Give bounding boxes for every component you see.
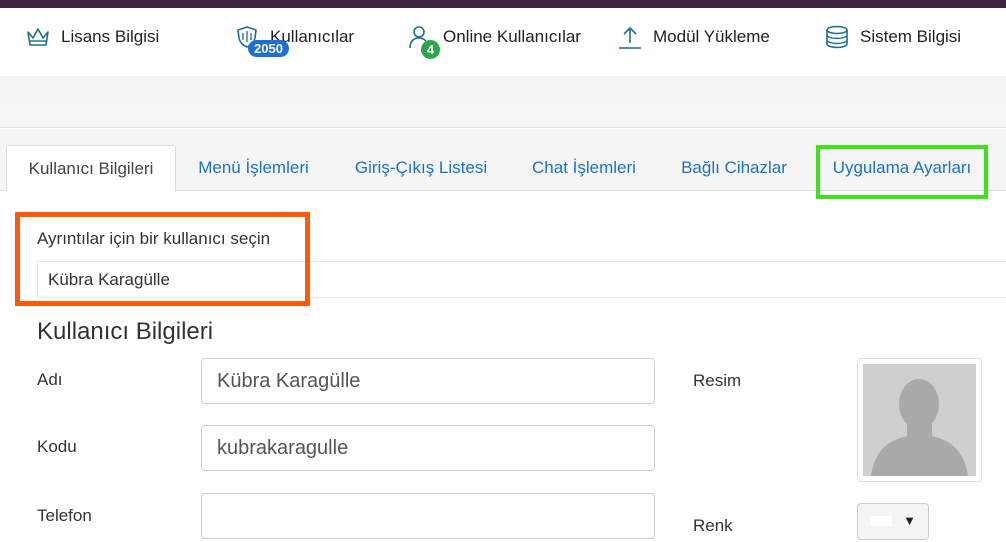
tab-login-logout-list[interactable]: Giriş-Çıkış Listesi	[343, 145, 499, 191]
nav-license-info[interactable]: Lisans Bilgisi	[25, 22, 159, 52]
caret-down-icon: ▼	[903, 513, 916, 528]
code-input[interactable]	[201, 425, 655, 471]
nav-users[interactable]: 2050 Kullanıcılar	[234, 22, 354, 57]
top-strip	[0, 0, 1006, 8]
phone-label: Telefon	[37, 506, 92, 525]
name-input[interactable]	[201, 358, 655, 404]
color-swatch	[870, 516, 892, 526]
nav-label: Modül Yükleme	[653, 27, 770, 46]
nav-label: Lisans Bilgisi	[61, 27, 160, 46]
section-title: Kullanıcı Bilgileri	[37, 318, 214, 345]
nav-system-info[interactable]: Sistem Bilgisi	[824, 22, 961, 52]
user-select[interactable]: Kübra Karagülle	[37, 261, 1006, 298]
upload-icon	[617, 24, 643, 50]
nav-module-upload[interactable]: Modül Yükleme	[617, 22, 770, 52]
avatar-placeholder-icon	[863, 364, 976, 476]
user-icon: 4	[407, 24, 440, 59]
header-nav: Lisans Bilgisi 2050 Kullanıcılar 4 Onlin…	[0, 8, 1006, 76]
color-picker[interactable]: ▼	[857, 503, 929, 540]
profile-photo[interactable]	[857, 358, 982, 482]
tab-chat-operations[interactable]: Chat İşlemleri	[520, 145, 648, 191]
tab-connected-devices[interactable]: Bağlı Cihazlar	[670, 145, 798, 191]
user-select-label: Ayrıntılar için bir kullanıcı seçin	[37, 229, 271, 248]
database-icon	[824, 24, 850, 50]
tab-menu-operations[interactable]: Menü İşlemleri	[185, 145, 322, 191]
online-count-badge: 4	[421, 40, 440, 59]
color-label: Renk	[693, 516, 733, 535]
phone-input[interactable]	[201, 493, 655, 539]
nav-label: Sistem Bilgisi	[860, 27, 962, 46]
name-label: Adı	[37, 370, 63, 389]
shield-icon: 2050	[234, 24, 289, 57]
nav-online-users[interactable]: 4 Online Kullanıcılar	[407, 22, 581, 59]
tab-app-settings[interactable]: Uygulama Ayarları	[822, 145, 982, 191]
users-count-badge: 2050	[248, 40, 289, 57]
image-label: Resim	[693, 371, 742, 390]
header-spacer	[0, 76, 1006, 128]
code-label: Kodu	[37, 437, 77, 456]
tab-user-info[interactable]: Kullanıcı Bilgileri	[6, 145, 176, 192]
crown-icon	[25, 24, 51, 50]
nav-label: Online Kullanıcılar	[443, 27, 581, 46]
